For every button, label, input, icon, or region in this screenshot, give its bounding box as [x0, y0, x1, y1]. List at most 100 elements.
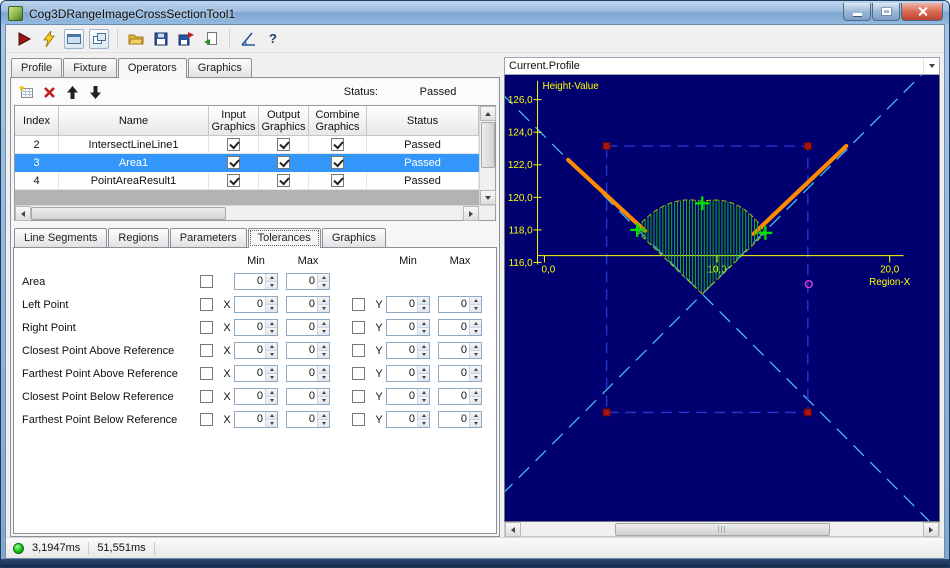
- x-enable-checkbox[interactable]: [200, 367, 213, 380]
- grid-vertical-scrollbar[interactable]: [479, 106, 496, 205]
- import-button[interactable]: [201, 29, 221, 49]
- spin-up-button[interactable]: [418, 297, 429, 305]
- scrollbar-track[interactable]: [521, 522, 923, 536]
- spin-down-button[interactable]: [318, 351, 329, 358]
- maximize-button[interactable]: [872, 3, 900, 21]
- operator-row-3-selected[interactable]: 3 Area1 Passed: [15, 154, 479, 172]
- min-x-spinner[interactable]: 0: [234, 411, 278, 428]
- scroll-right-button[interactable]: [923, 522, 939, 537]
- column-header-index[interactable]: Index: [15, 106, 59, 136]
- tab-fixture[interactable]: Fixture: [63, 58, 117, 77]
- x-enable-checkbox[interactable]: [200, 344, 213, 357]
- spin-up-button[interactable]: [318, 412, 329, 420]
- spin-up-button[interactable]: [470, 320, 481, 328]
- min-y-spinner[interactable]: 0: [386, 296, 430, 313]
- column-header-input-graphics[interactable]: Input Graphics: [209, 106, 259, 136]
- max-x-spinner[interactable]: 0: [286, 319, 330, 336]
- min-y-spinner[interactable]: 0: [386, 388, 430, 405]
- max-y-spinner[interactable]: 0: [438, 388, 482, 405]
- spin-down-button[interactable]: [318, 420, 329, 427]
- spin-up-button[interactable]: [470, 297, 481, 305]
- spin-down-button[interactable]: [470, 397, 481, 404]
- app-icon[interactable]: [8, 6, 23, 21]
- tab-operator-graphics[interactable]: Graphics: [321, 228, 386, 247]
- y-enable-checkbox[interactable]: [352, 344, 365, 357]
- spin-down-button[interactable]: [318, 397, 329, 404]
- combine-graphics-checkbox[interactable]: [331, 138, 344, 151]
- y-enable-checkbox[interactable]: [352, 367, 365, 380]
- spin-down-button[interactable]: [418, 374, 429, 381]
- min-x-spinner[interactable]: 0: [234, 319, 278, 336]
- scroll-left-button[interactable]: [15, 206, 31, 221]
- spin-down-button[interactable]: [470, 351, 481, 358]
- spin-down-button[interactable]: [266, 420, 277, 427]
- scroll-down-button[interactable]: [479, 190, 496, 205]
- spin-down-button[interactable]: [318, 374, 329, 381]
- combine-graphics-checkbox[interactable]: [331, 174, 344, 187]
- area-enable-checkbox[interactable]: [200, 275, 213, 288]
- move-down-button[interactable]: [86, 83, 104, 101]
- y-enable-checkbox[interactable]: [352, 413, 365, 426]
- max-y-spinner[interactable]: 0: [438, 342, 482, 359]
- input-graphics-checkbox[interactable]: [227, 138, 240, 151]
- spin-up-button[interactable]: [470, 366, 481, 374]
- display-source-combobox[interactable]: Current.Profile: [504, 57, 940, 75]
- spin-up-button[interactable]: [266, 274, 277, 282]
- scrollbar-thumb[interactable]: [31, 206, 226, 220]
- spin-up-button[interactable]: [266, 366, 277, 374]
- min-x-spinner[interactable]: 0: [234, 365, 278, 382]
- operator-row-2[interactable]: 2 IntersectLineLine1 Passed: [15, 136, 479, 154]
- output-graphics-checkbox[interactable]: [277, 138, 290, 151]
- column-header-name[interactable]: Name: [59, 106, 209, 136]
- x-enable-checkbox[interactable]: [200, 413, 213, 426]
- add-operator-button[interactable]: [17, 83, 35, 101]
- profile-chart[interactable]: Height-Value 126,0 124,0 122,0 120,0 118…: [505, 75, 939, 521]
- display-horizontal-scrollbar[interactable]: [504, 522, 940, 537]
- min-y-spinner[interactable]: 0: [386, 411, 430, 428]
- max-y-spinner[interactable]: 0: [438, 411, 482, 428]
- spin-up-button[interactable]: [470, 389, 481, 397]
- tab-operators[interactable]: Operators: [117, 58, 187, 78]
- help-button[interactable]: ?: [263, 29, 283, 49]
- close-button[interactable]: [901, 3, 943, 21]
- scrollbar-thumb[interactable]: [480, 122, 495, 168]
- spin-down-button[interactable]: [266, 282, 277, 289]
- spin-up-button[interactable]: [266, 320, 277, 328]
- spin-down-button[interactable]: [266, 397, 277, 404]
- max-x-spinner[interactable]: 0: [286, 296, 330, 313]
- y-enable-checkbox[interactable]: [352, 390, 365, 403]
- spin-up-button[interactable]: [266, 412, 277, 420]
- spin-down-button[interactable]: [266, 374, 277, 381]
- spin-down-button[interactable]: [266, 305, 277, 312]
- spin-up-button[interactable]: [318, 274, 329, 282]
- output-graphics-checkbox[interactable]: [277, 156, 290, 169]
- image-display-button[interactable]: [64, 28, 84, 49]
- spin-up-button[interactable]: [266, 389, 277, 397]
- spin-down-button[interactable]: [266, 351, 277, 358]
- scrollbar-thumb[interactable]: [614, 522, 830, 536]
- trigger-button[interactable]: [39, 29, 59, 49]
- tab-profile[interactable]: Profile: [11, 58, 63, 77]
- titlebar[interactable]: Cog3DRangeImageCrossSectionTool1: [1, 1, 949, 24]
- save-as-button[interactable]: [176, 29, 196, 49]
- delete-operator-button[interactable]: [40, 83, 58, 101]
- spin-down-button[interactable]: [418, 328, 429, 335]
- y-enable-checkbox[interactable]: [352, 298, 365, 311]
- max-x-spinner[interactable]: 0: [286, 388, 330, 405]
- min-x-spinner[interactable]: 0: [234, 388, 278, 405]
- grid-horizontal-scrollbar[interactable]: [15, 205, 495, 221]
- scrollbar-track[interactable]: [31, 206, 463, 220]
- profile-display[interactable]: Height-Value 126,0 124,0 122,0 120,0 118…: [504, 75, 940, 522]
- operator-row-4[interactable]: 4 PointAreaResult1 Passed: [15, 172, 479, 190]
- spin-down-button[interactable]: [266, 328, 277, 335]
- spin-down-button[interactable]: [470, 420, 481, 427]
- spin-up-button[interactable]: [418, 343, 429, 351]
- min-x-spinner[interactable]: 0: [234, 296, 278, 313]
- scroll-right-button[interactable]: [463, 206, 479, 221]
- spin-down-button[interactable]: [418, 420, 429, 427]
- min-spinner[interactable]: 0: [234, 273, 278, 290]
- tab-regions[interactable]: Regions: [108, 228, 169, 247]
- max-y-spinner[interactable]: 0: [438, 296, 482, 313]
- max-spinner[interactable]: 0: [286, 273, 330, 290]
- min-y-spinner[interactable]: 0: [386, 365, 430, 382]
